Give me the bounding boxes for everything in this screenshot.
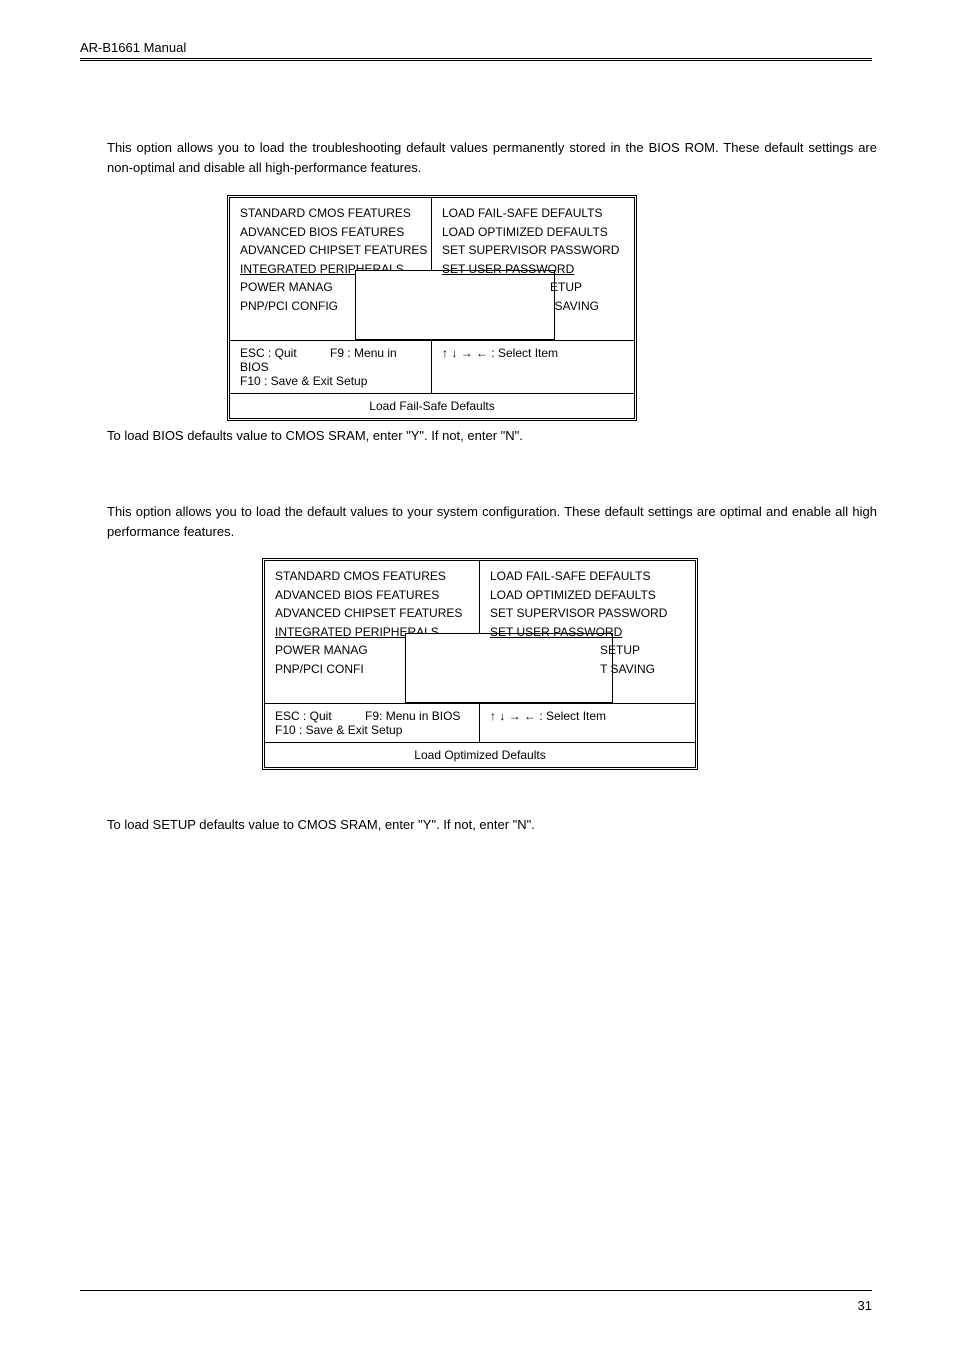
menu-advanced-chipset: ADVANCED CHIPSET FEATURES <box>275 604 469 623</box>
bios-footer-right: ↑ ↓ → ← : Select Item <box>432 341 634 393</box>
bios-left-column: STANDARD CMOS FEATURES ADVANCED BIOS FEA… <box>230 198 432 340</box>
paragraph-bios-defaults-instruction: To load BIOS defaults value to CMOS SRAM… <box>107 426 877 446</box>
footer-rule <box>80 1290 872 1291</box>
f10-save-label: F10 : Save & Exit Setup <box>240 374 421 388</box>
bios-right-column: LOAD FAIL-SAFE DEFAULTS LOAD OPTIMIZED D… <box>480 561 695 703</box>
menu-advanced-bios: ADVANCED BIOS FEATURES <box>240 223 421 242</box>
menu-load-fail-safe: LOAD FAIL-SAFE DEFAULTS <box>442 204 624 223</box>
page-number: 31 <box>858 1298 872 1313</box>
menu-advanced-bios: ADVANCED BIOS FEATURES <box>275 586 469 605</box>
header-rule <box>80 58 872 61</box>
bios-footer-left: ESC : Quit F9: Menu in BIOS F10 : Save &… <box>265 704 480 742</box>
document-header-title: AR-B1661 Manual <box>80 40 186 55</box>
bios-top-section: STANDARD CMOS FEATURES ADVANCED BIOS FEA… <box>230 198 634 341</box>
menu-supervisor-password: SET SUPERVISOR PASSWORD <box>442 241 624 260</box>
menu-standard-cmos: STANDARD CMOS FEATURES <box>275 567 469 586</box>
bios-footer-row1: ESC : Quit F9: Menu in BIOS F10 : Save &… <box>265 704 695 743</box>
bios-table-fail-safe: STANDARD CMOS FEATURES ADVANCED BIOS FEA… <box>227 195 637 421</box>
esc-quit-label: ESC : Quit <box>275 709 332 723</box>
menu-setup-cut: SETUP <box>490 641 685 660</box>
menu-saving-cut: T SAVING <box>490 660 685 679</box>
select-item-label: ↑ ↓ → ← : Select Item <box>490 709 606 723</box>
bios-top-section: STANDARD CMOS FEATURES ADVANCED BIOS FEA… <box>265 561 695 704</box>
esc-quit-label: ESC : Quit <box>240 346 297 360</box>
menu-load-optimized: LOAD OPTIMIZED DEFAULTS <box>442 223 624 242</box>
f10-save-label: F10 : Save & Exit Setup <box>275 723 469 737</box>
bios-footer-left: ESC : Quit F9 : Menu in BIOS F10 : Save … <box>230 341 432 393</box>
paragraph-optimized-intro: This option allows you to load the defau… <box>107 502 877 541</box>
menu-load-fail-safe: LOAD FAIL-SAFE DEFAULTS <box>490 567 685 586</box>
bios-footer-right: ↑ ↓ → ← : Select Item <box>480 704 695 742</box>
bios-right-column: LOAD FAIL-SAFE DEFAULTS LOAD OPTIMIZED D… <box>432 198 634 340</box>
paragraph-fail-safe-intro: This option allows you to load the troub… <box>107 138 877 177</box>
menu-standard-cmos: STANDARD CMOS FEATURES <box>240 204 421 223</box>
select-item-label: ↑ ↓ → ← : Select Item <box>442 346 558 360</box>
bios-status-bar: Load Optimized Defaults <box>265 743 695 767</box>
menu-setup-cut: ETUP <box>442 278 624 297</box>
menu-advanced-chipset: ADVANCED CHIPSET FEATURES <box>240 241 421 260</box>
menu-user-password: SET USER PASSWORD <box>442 260 624 279</box>
menu-load-optimized: LOAD OPTIMIZED DEFAULTS <box>490 586 685 605</box>
f9-menu-label: F9: Menu in BIOS <box>365 709 460 723</box>
paragraph-setup-defaults-instruction: To load SETUP defaults value to CMOS SRA… <box>107 815 877 835</box>
menu-user-password: SET USER PASSWORD <box>490 623 685 642</box>
bios-left-column: STANDARD CMOS FEATURES ADVANCED BIOS FEA… <box>265 561 480 703</box>
bios-status-bar: Load Fail-Safe Defaults <box>230 394 634 418</box>
bios-table-optimized: STANDARD CMOS FEATURES ADVANCED BIOS FEA… <box>262 558 698 770</box>
menu-supervisor-password: SET SUPERVISOR PASSWORD <box>490 604 685 623</box>
bios-footer-row1: ESC : Quit F9 : Menu in BIOS F10 : Save … <box>230 341 634 394</box>
menu-saving-cut: SAVING <box>442 297 624 316</box>
